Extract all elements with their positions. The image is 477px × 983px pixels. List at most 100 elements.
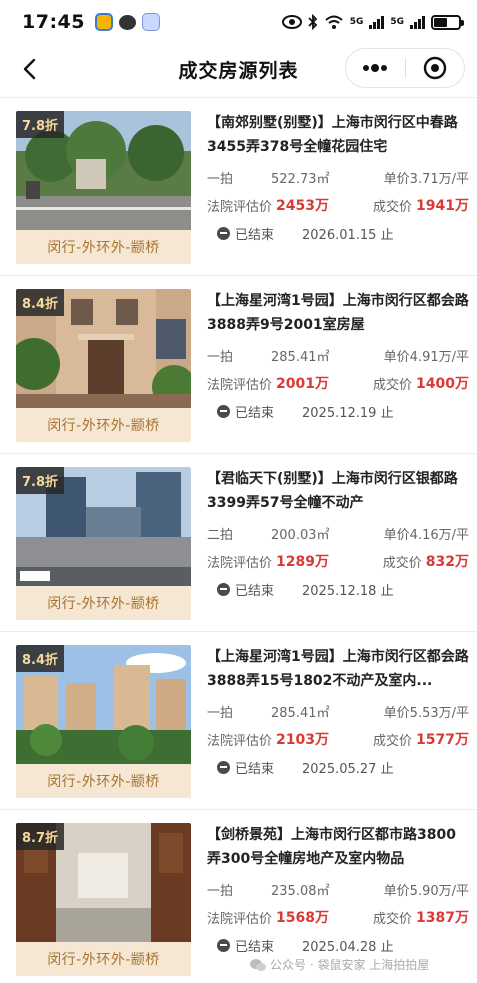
- discount-badge: 8.4折: [16, 289, 65, 316]
- auction-stage: 一拍: [207, 171, 234, 187]
- deal-price: 1941万: [416, 198, 469, 214]
- ended-icon: [217, 582, 230, 596]
- appraisal-label: 法院评估价: [207, 555, 273, 571]
- auction-stage: 一拍: [207, 705, 234, 721]
- close-miniprogram-button[interactable]: [406, 49, 465, 87]
- floor-area: 200.03㎡: [271, 527, 330, 543]
- deal-price: 1400万: [416, 376, 469, 392]
- appraisal-price: 2001万: [276, 376, 329, 392]
- auction-status: 已结束: [235, 405, 275, 421]
- appraisal-label: 法院评估价: [207, 733, 273, 749]
- network-type-2: 5G: [390, 17, 404, 27]
- signal-icon: [410, 15, 425, 29]
- appraisal-label: 法院评估价: [207, 911, 273, 927]
- robot-app-icon: [141, 13, 160, 31]
- wechat-icon: [250, 958, 266, 971]
- discount-badge: 7.8折: [16, 467, 65, 494]
- list-item[interactable]: 8.4折 闵行-外环外-颛桥 【上海星河湾1号园】上海市闵行区都会路3888弄1…: [0, 631, 477, 809]
- listing-thumbnail: 8.4折 闵行-外环外-颛桥: [16, 289, 191, 442]
- miniprogram-capsule: [345, 48, 465, 88]
- auction-status: 已结束: [235, 583, 275, 599]
- unit-price: 单价5.53万/平: [383, 705, 469, 721]
- auction-status: 已结束: [235, 939, 275, 955]
- listing-thumbnail: 7.8折 闵行-外环外-颛桥: [16, 111, 191, 264]
- network-type-1: 5G: [349, 17, 364, 27]
- appraisal-label: 法院评估价: [207, 377, 273, 393]
- deal-label: 成交价: [373, 911, 413, 927]
- chat-bubble-icon: [118, 14, 136, 30]
- deal-label: 成交价: [373, 733, 413, 749]
- unit-price: 单价4.91万/平: [383, 349, 469, 365]
- area-tag: 闵行-外环外-颛桥: [16, 586, 191, 620]
- appraisal-price: 1568万: [276, 910, 329, 926]
- listing-title: 【剑桥景苑】上海市闵行区都市路3800弄300号全幢房地产及室内物品: [207, 827, 456, 867]
- battery-level: [434, 17, 448, 27]
- auction-stage: 一拍: [207, 883, 234, 899]
- deal-label: 成交价: [373, 199, 413, 215]
- appraisal-price: 2103万: [276, 732, 329, 748]
- appraisal-label: 法院评估价: [207, 199, 273, 215]
- end-date: 2025.12.19 止: [302, 405, 394, 421]
- list-item[interactable]: 7.8折 闵行-外环外-颛桥 【南郊别墅(别墅)】上海市闵行区中春路3455弄3…: [0, 97, 477, 275]
- auction-stage: 二拍: [207, 527, 234, 543]
- deal-price: 1577万: [416, 732, 469, 748]
- auction-status: 已结束: [235, 761, 275, 777]
- appraisal-price: 2453万: [276, 198, 329, 214]
- deal-label: 成交价: [373, 377, 413, 393]
- eye-icon: [281, 15, 302, 29]
- list-item[interactable]: 8.4折 闵行-外环外-颛桥 【上海星河湾1号园】上海市闵行区都会路3888弄9…: [0, 275, 477, 453]
- end-date: 2026.01.15 止: [302, 227, 394, 243]
- chevron-left-icon: [23, 58, 36, 80]
- unit-price: 单价3.71万/平: [383, 171, 469, 187]
- listing-thumbnail: 8.4折 闵行-外环外-颛桥: [16, 645, 191, 798]
- discount-badge: 7.8折: [16, 111, 65, 138]
- bluetooth-icon: [308, 14, 317, 30]
- auction-status: 已结束: [235, 227, 275, 243]
- area-tag: 闵行-外环外-颛桥: [16, 408, 191, 442]
- listing-title: 【南郊别墅(别墅)】上海市闵行区中春路3455弄378号全幢花园住宅: [207, 115, 458, 155]
- status-bar: 17:45 5G 5G: [0, 0, 477, 44]
- end-date: 2025.04.28 止: [302, 939, 394, 955]
- floor-area: 285.41㎡: [271, 705, 330, 721]
- discount-badge: 8.4折: [16, 645, 65, 672]
- area-tag: 闵行-外环外-颛桥: [16, 764, 191, 798]
- ended-icon: [217, 760, 230, 774]
- listing-thumbnail: 7.8折 闵行-外环外-颛桥: [16, 467, 191, 620]
- listing-title: 【君临天下(别墅)】上海市闵行区银都路3399弄57号全幢不动产: [207, 471, 458, 511]
- more-button[interactable]: [346, 49, 405, 87]
- back-button[interactable]: [14, 54, 44, 84]
- nav-bar: 成交房源列表: [0, 44, 477, 94]
- area-tag: 闵行-外环外-颛桥: [16, 230, 191, 264]
- list-item[interactable]: 7.8折 闵行-外环外-颛桥 【君临天下(别墅)】上海市闵行区银都路3399弄5…: [0, 453, 477, 631]
- watermark-text: 公众号 · 袋鼠安家 上海拍拍屋: [270, 958, 430, 972]
- ended-icon: [217, 226, 230, 240]
- ended-icon: [217, 404, 230, 418]
- end-date: 2025.12.18 止: [302, 583, 394, 599]
- floor-area: 285.41㎡: [271, 349, 330, 365]
- battery-icon: [431, 14, 464, 30]
- listing-list: 7.8折 闵行-外环外-颛桥 【南郊别墅(别墅)】上海市闵行区中春路3455弄3…: [0, 97, 477, 983]
- signal-icon: [369, 15, 385, 29]
- listing-title: 【上海星河湾1号园】上海市闵行区都会路3888弄9号2001室房屋: [207, 293, 469, 333]
- listing-title: 【上海星河湾1号园】上海市闵行区都会路3888弄15号1802不动产及室内...: [207, 649, 469, 689]
- deal-price: 1387万: [416, 910, 469, 926]
- floor-area: 522.73㎡: [271, 171, 330, 187]
- wifi-icon: [325, 15, 343, 29]
- deal-price: 832万: [425, 554, 469, 570]
- auction-stage: 一拍: [207, 349, 234, 365]
- ended-icon: [217, 938, 230, 952]
- target-close-icon: [423, 56, 446, 80]
- unit-price: 单价5.90万/平: [383, 883, 469, 899]
- unit-price: 单价4.16万/平: [383, 527, 469, 543]
- appraisal-price: 1289万: [276, 554, 329, 570]
- end-date: 2025.05.27 止: [302, 761, 394, 777]
- weather-app-icon: [94, 13, 113, 31]
- deal-label: 成交价: [382, 555, 422, 571]
- floor-area: 235.08㎡: [271, 883, 330, 899]
- listing-thumbnail: 8.7折 闵行-外环外-颛桥: [16, 823, 191, 976]
- area-tag: 闵行-外环外-颛桥: [16, 942, 191, 976]
- more-dots-icon: [363, 64, 388, 72]
- page-title: 成交房源列表: [178, 59, 299, 82]
- status-time: 17:45: [22, 11, 85, 33]
- discount-badge: 8.7折: [16, 823, 65, 850]
